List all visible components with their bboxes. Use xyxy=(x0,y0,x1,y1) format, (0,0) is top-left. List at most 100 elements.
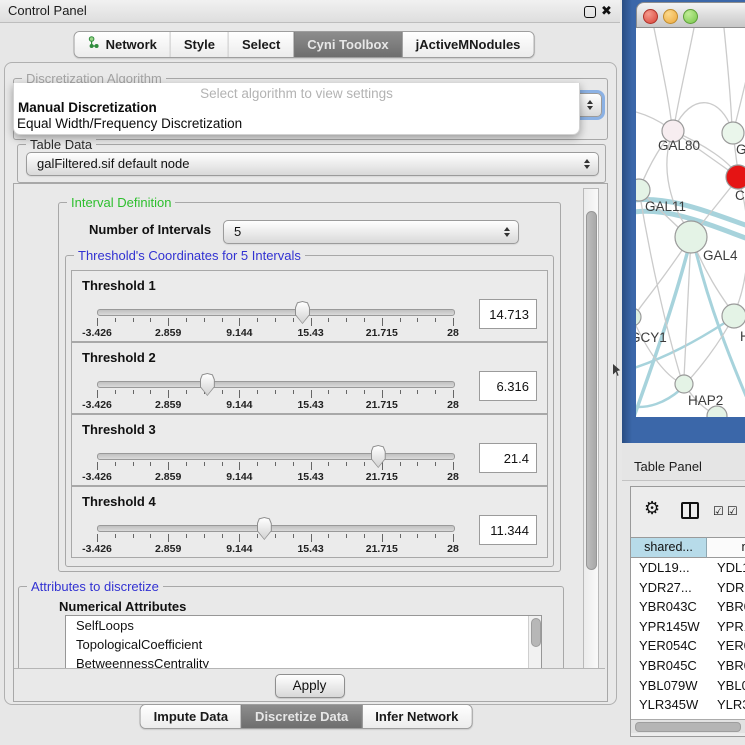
tab-discretize-data[interactable]: Discretize Data xyxy=(241,705,361,728)
network-node-c[interactable] xyxy=(726,165,745,189)
tab-style[interactable]: Style xyxy=(170,32,228,57)
tab-label: Cyni Toolbox xyxy=(307,33,388,56)
column-header-na[interactable]: na xyxy=(707,537,745,558)
threshold-value-field[interactable]: 14.713 xyxy=(479,299,537,329)
combo-arrows-icon xyxy=(584,159,590,169)
number-of-intervals-value: 5 xyxy=(234,221,241,242)
screen: { "control_panel": { "title": "Control P… xyxy=(0,0,745,745)
dropdown-option-manual-discretization[interactable]: Manual Discretization xyxy=(18,100,157,115)
tick-mark xyxy=(239,318,240,326)
checkbox-icon[interactable]: ☑ xyxy=(713,504,724,518)
tab-cyni-toolbox[interactable]: Cyni Toolbox xyxy=(293,32,401,57)
table-row[interactable]: YBL079WYBL0 xyxy=(631,676,745,696)
tab-impute-data[interactable]: Impute Data xyxy=(141,705,241,728)
tick-mark xyxy=(168,318,169,326)
table-row[interactable]: YBR045CYBR0 xyxy=(631,656,745,676)
slider-track[interactable] xyxy=(97,453,455,460)
threshold-value-field[interactable]: 6.316 xyxy=(479,371,537,401)
close-traffic-light-icon[interactable] xyxy=(643,9,658,24)
tick-mark xyxy=(346,462,347,466)
network-node-gcy1[interactable] xyxy=(636,308,641,326)
number-of-intervals-combobox[interactable]: 5 xyxy=(223,220,519,244)
threshold-value-field[interactable]: 11.344 xyxy=(479,515,537,545)
tick-mark xyxy=(275,462,276,466)
dropdown-placeholder: Select algorithm to view settings xyxy=(14,86,579,101)
tab-jactivemnodules[interactable]: jActiveMNodules xyxy=(402,32,534,57)
close-icon[interactable]: ✖ xyxy=(601,2,612,20)
network-node-g[interactable] xyxy=(722,122,744,144)
tick-mark xyxy=(417,462,418,466)
node-label: G xyxy=(736,142,745,157)
network-node-hap2[interactable] xyxy=(675,375,693,393)
numerical-attributes-list: SelfLoopsTopologicalCoefficientBetweenne… xyxy=(65,615,542,671)
table-row[interactable]: YDR27...YDR2 xyxy=(631,578,745,598)
list-scrollbar-thumb[interactable] xyxy=(531,618,541,647)
cell-shared-name: YDL19... xyxy=(631,558,707,578)
attribute-item-topologicalcoefficient[interactable]: TopologicalCoefficient xyxy=(66,635,541,654)
slider-thumb[interactable] xyxy=(257,517,272,540)
tab-select[interactable]: Select xyxy=(228,32,293,57)
zoom-traffic-light-icon[interactable] xyxy=(683,9,698,24)
cell-name: YBL0 xyxy=(707,676,745,696)
tab-label: Infer Network xyxy=(375,706,458,727)
cell-shared-name: YDR27... xyxy=(631,578,707,598)
tick-mark xyxy=(222,462,223,466)
table-row[interactable]: YLR345WYLR3 xyxy=(631,695,745,715)
tick-label: 15.43 xyxy=(283,543,339,555)
table-row[interactable]: YDL19...YDL1 xyxy=(631,558,745,578)
minimize-traffic-light-icon[interactable] xyxy=(663,9,678,24)
float-window-icon[interactable] xyxy=(584,6,596,18)
slider-thumb-face xyxy=(201,374,214,395)
tick-mark xyxy=(453,390,454,398)
attribute-item-selfloops[interactable]: SelfLoops xyxy=(66,616,541,635)
table-horizontal-scrollbar[interactable] xyxy=(631,719,745,733)
tab-infer-network[interactable]: Infer Network xyxy=(361,705,471,728)
apply-button[interactable]: Apply xyxy=(275,674,345,698)
panel-title: Control Panel xyxy=(8,0,87,22)
tab-label: Impute Data xyxy=(154,706,228,727)
slider-thumb[interactable] xyxy=(200,373,215,396)
network-edge[interactable] xyxy=(654,28,672,127)
tick-label: 9.144 xyxy=(211,471,267,483)
table-row[interactable]: YPR145WYPR1 xyxy=(631,617,745,637)
tick-label: 2.859 xyxy=(140,327,196,339)
tick-mark xyxy=(346,318,347,322)
list-scrollbar[interactable] xyxy=(528,616,541,670)
checkbox-icon[interactable]: ☑ xyxy=(727,504,738,518)
slider-thumb[interactable] xyxy=(371,445,386,468)
table-data-combobox[interactable]: galFiltered.sif default node xyxy=(26,152,599,176)
slider-track[interactable] xyxy=(97,381,455,388)
tick-mark xyxy=(435,318,436,322)
tick-label: 2.859 xyxy=(140,471,196,483)
tick-mark xyxy=(400,462,401,466)
threshold-label: Threshold 4 xyxy=(82,494,156,509)
threshold-value-field[interactable]: 21.4 xyxy=(479,443,537,473)
panel-scrollbar[interactable] xyxy=(583,188,599,671)
tick-mark xyxy=(293,318,294,322)
slider-thumb[interactable] xyxy=(295,301,310,324)
tick-mark xyxy=(150,318,151,322)
dropdown-option-equal-width-frequency[interactable]: Equal Width/Frequency Discretization xyxy=(17,116,242,131)
network-window-titlebar[interactable] xyxy=(636,2,745,28)
table-hscrollbar-thumb[interactable] xyxy=(635,722,741,732)
panel-scrollbar-thumb[interactable] xyxy=(586,211,597,570)
gear-icon[interactable]: ⚙ xyxy=(644,498,660,519)
combo-arrows-icon xyxy=(587,100,593,110)
tick-mark xyxy=(204,318,205,322)
tick-label: 9.144 xyxy=(211,543,267,555)
node-label: H xyxy=(740,329,745,344)
slider-track[interactable] xyxy=(97,525,455,532)
tab-network[interactable]: Network xyxy=(75,32,170,57)
tick-mark xyxy=(133,318,134,322)
network-edge[interactable] xyxy=(724,28,732,128)
table-row[interactable]: YER054CYER0 xyxy=(631,636,745,656)
split-columns-icon[interactable] xyxy=(681,502,699,519)
slider-track[interactable] xyxy=(97,309,455,316)
network-canvas[interactable]: GAL80GCGAL11GAL4GCY1HHAP2 xyxy=(636,28,745,417)
network-graph: GAL80GCGAL11GAL4GCY1HHAP2 xyxy=(636,28,745,417)
tick-mark xyxy=(97,534,98,542)
network-node-h[interactable] xyxy=(722,304,745,328)
tick-label: -3.426 xyxy=(69,543,125,555)
table-row[interactable]: YBR043CYBR0 xyxy=(631,597,745,617)
column-header-shared[interactable]: shared... xyxy=(631,537,707,558)
